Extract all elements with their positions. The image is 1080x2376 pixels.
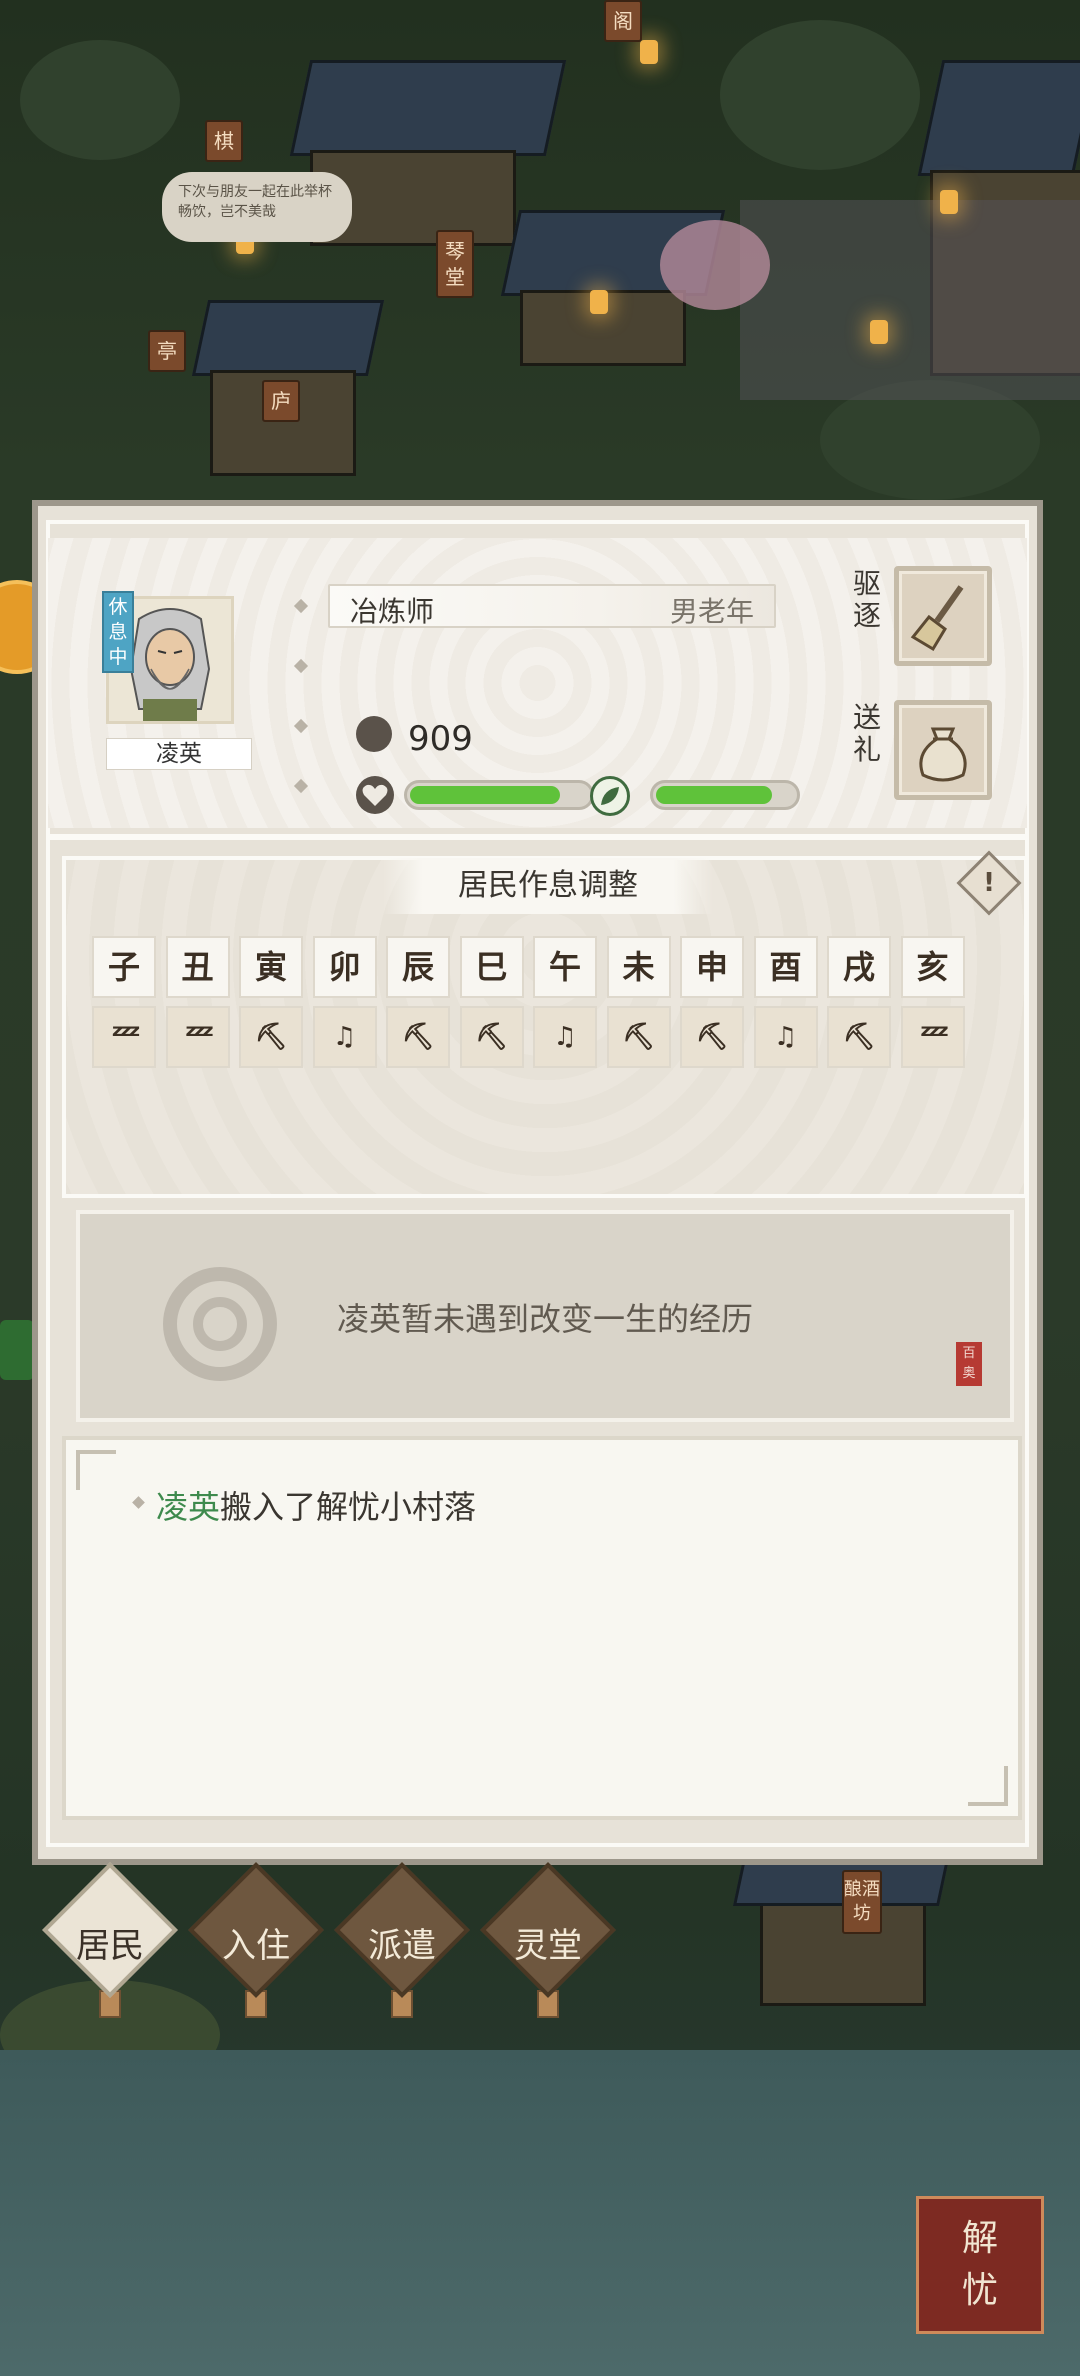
- hour-cell: 巳: [459, 936, 524, 998]
- hour-cell: 未: [606, 936, 671, 998]
- seal-glyph: 百: [962, 1346, 976, 1361]
- health-bar-fill: [410, 786, 561, 804]
- work-activity-icon[interactable]: ⛏: [680, 1006, 744, 1068]
- health-bar: [404, 780, 594, 810]
- log-entry-text: 搬入了解忧小村落: [220, 1488, 477, 1526]
- job-field: 冶炼师 男老年: [328, 584, 776, 628]
- corner-ornament: [968, 1766, 1008, 1806]
- speech-bubble: 下次与朋友一起在此举杯畅饮，岂不美哉: [162, 172, 352, 242]
- tab-label[interactable]: 居民: [40, 1918, 180, 1967]
- hour-cell: 酉: [753, 936, 818, 998]
- building-sign[interactable]: 亭: [148, 330, 186, 372]
- work-activity-icon[interactable]: ⛏: [386, 1006, 450, 1068]
- broom-icon: [910, 585, 964, 652]
- leaf-icon: [590, 776, 630, 816]
- building-sign[interactable]: 棋: [205, 120, 243, 162]
- lantern-icon: [640, 40, 658, 64]
- hour-cell: 卯: [312, 936, 377, 998]
- hour-cell: 戌: [827, 936, 891, 998]
- jieyou-bottom: 忧: [961, 2270, 998, 2311]
- resident-panel: 休息中 凌英 冶炼师 男老年 909 驱逐 送礼 居民作息调整 ! 凌英暂未遇到…: [32, 500, 1043, 1865]
- status-badge: 休息中: [102, 591, 134, 673]
- corner-ornament: [76, 1450, 116, 1490]
- work-activity-icon[interactable]: ⛏: [459, 1006, 524, 1068]
- building-roof: [191, 300, 385, 376]
- lantern-icon: [870, 320, 888, 344]
- job-title: 冶炼师: [350, 595, 435, 628]
- log-entry: 凌英搬入了解忧小村落: [156, 1482, 476, 1528]
- building-sign[interactable]: 庐: [262, 380, 300, 422]
- sleep-activity-icon[interactable]: ᶻᶻᶻ: [165, 1006, 230, 1068]
- hour-cell: 亥: [900, 936, 965, 998]
- hour-cell: 辰: [386, 936, 450, 998]
- tab-label[interactable]: 派遣: [332, 1918, 472, 1967]
- building-sign[interactable]: 阁: [604, 0, 642, 42]
- leisure-activity-icon[interactable]: ♫: [753, 1006, 818, 1068]
- mood-bar-fill: [656, 786, 773, 804]
- lantern-icon: [590, 290, 608, 314]
- money-value: 909: [408, 719, 473, 759]
- work-activity-icon[interactable]: ⛏: [827, 1006, 891, 1068]
- sleep-activity-icon[interactable]: ᶻᶻᶻ: [900, 1006, 965, 1068]
- schedule-title: 居民作息调整: [383, 858, 713, 914]
- gift-button[interactable]: [894, 700, 992, 800]
- work-activity-icon[interactable]: ⛏: [239, 1006, 303, 1068]
- lantern-icon: [940, 190, 958, 214]
- hour-cell: 寅: [239, 936, 303, 998]
- experience-box: 凌英暂未遇到改变一生的经历 百奥: [76, 1210, 1014, 1422]
- divider: [50, 834, 1025, 840]
- leisure-activity-icon[interactable]: ♫: [533, 1006, 597, 1068]
- seal-stamp: 百奥: [956, 1342, 982, 1386]
- building-roof: [289, 60, 567, 156]
- tab-label[interactable]: 灵堂: [478, 1918, 618, 1967]
- leisure-activity-icon[interactable]: ♫: [312, 1006, 377, 1068]
- sex-age: 男老年: [669, 595, 754, 628]
- building-sign[interactable]: 琴堂: [436, 230, 474, 298]
- experience-text: 凌英暂未遇到改变一生的经历: [336, 1300, 753, 1338]
- mood-bar: [650, 780, 800, 810]
- building-sign[interactable]: 酿酒坊: [842, 1870, 882, 1934]
- sleep-activity-icon[interactable]: ᶻᶻᶻ: [92, 1006, 156, 1068]
- work-activity-icon[interactable]: ⛏: [606, 1006, 671, 1068]
- resident-name: 凌英: [106, 738, 252, 770]
- tree: [20, 40, 180, 160]
- building-roof: [917, 60, 1080, 176]
- gift-label: 送礼: [852, 701, 881, 766]
- bullet-icon: [132, 1496, 145, 1509]
- jieyou-top: 解: [961, 2218, 998, 2259]
- hour-cell: 午: [533, 936, 597, 998]
- seal-glyph: 奥: [962, 1366, 976, 1381]
- cherry-blossom-tree: [660, 220, 770, 310]
- pouch-icon: [919, 727, 967, 782]
- warning-symbol: !: [983, 868, 995, 898]
- tree: [720, 20, 920, 170]
- hour-cell: 子: [92, 936, 156, 998]
- heart-icon: [356, 776, 394, 814]
- expel-button[interactable]: [894, 566, 992, 666]
- up-arrow-icon[interactable]: [0, 1320, 34, 1380]
- expel-label: 驱逐: [852, 567, 881, 632]
- money-icon: [356, 716, 392, 752]
- log-box[interactable]: 凌英搬入了解忧小村落: [62, 1436, 1022, 1820]
- hour-cell: 申: [680, 936, 744, 998]
- tab-label[interactable]: 入住: [186, 1918, 326, 1967]
- hour-cell: 丑: [165, 936, 230, 998]
- jieyou-button[interactable]: 解 忧: [916, 2196, 1044, 2334]
- log-entry-name[interactable]: 凌英: [156, 1488, 220, 1526]
- stone-plaza: [740, 200, 1080, 400]
